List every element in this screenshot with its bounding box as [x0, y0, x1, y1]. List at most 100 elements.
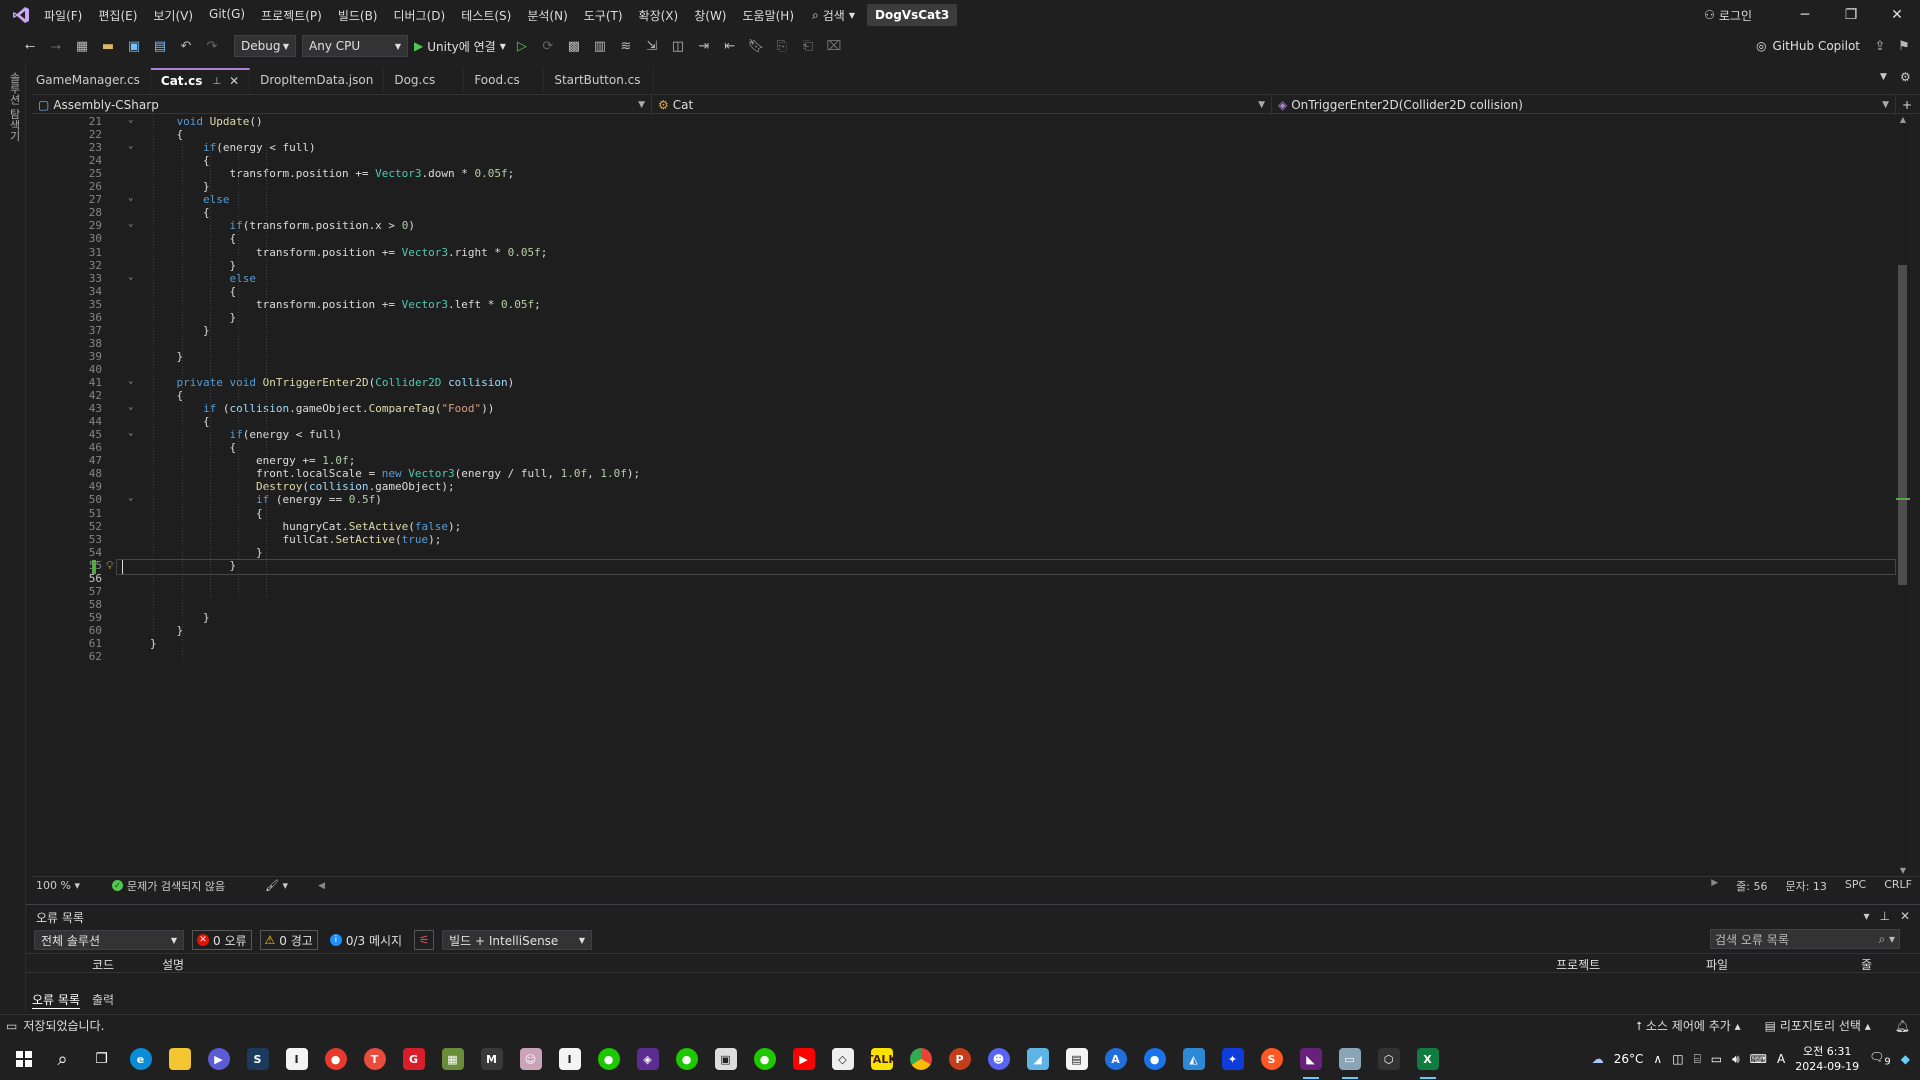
- fold-toggle-icon[interactable]: ⌄: [128, 141, 133, 151]
- app-icon-14[interactable]: ▭: [1330, 1038, 1369, 1080]
- media-player-icon[interactable]: ▶: [199, 1038, 238, 1080]
- notification-center-icon[interactable]: 🗨︎9: [1869, 1050, 1891, 1067]
- column-file[interactable]: 파일: [1706, 956, 1728, 973]
- menu-item-11[interactable]: 창(W): [686, 7, 734, 24]
- keyboard-icon[interactable]: ⌨: [1750, 1052, 1767, 1066]
- code-editor[interactable]: 21 ⌄ void Update() 22 {23 ⌄ if(energy < ful…: [32, 115, 1900, 875]
- layout-icon[interactable]: ▥: [590, 36, 610, 56]
- tab-4[interactable]: Food.cs: [464, 68, 545, 92]
- repository-button[interactable]: ▤ 리포지토리 선택 ▴: [1765, 1017, 1871, 1034]
- task-view-icon[interactable]: ❐: [82, 1038, 121, 1080]
- edge-icon[interactable]: e: [121, 1038, 160, 1080]
- platform-select[interactable]: Any CPU ▼: [302, 35, 408, 57]
- issues-indicator[interactable]: ✓ 문제가 검색되지 않음: [112, 878, 225, 894]
- volume-icon[interactable]: 🔊︎: [1732, 1052, 1740, 1067]
- kakaotalk-icon[interactable]: TALK: [862, 1038, 901, 1080]
- panel-tab-1[interactable]: 출력: [92, 991, 114, 1009]
- scroll-left-icon[interactable]: ◀: [318, 881, 325, 891]
- menu-item-9[interactable]: 도구(T): [576, 7, 631, 24]
- lightbulb-icon[interactable]: 💡︎: [106, 559, 114, 573]
- app-icon-8[interactable]: I: [550, 1038, 589, 1080]
- split-editor-icon[interactable]: +: [1896, 95, 1916, 115]
- excel-icon[interactable]: X: [1408, 1038, 1447, 1080]
- login-button[interactable]: ⚇ 로그인: [1704, 7, 1752, 24]
- close-window-button[interactable]: ✕: [1874, 7, 1920, 23]
- format-icon[interactable]: ≋: [616, 36, 636, 56]
- feedback-icon[interactable]: ⚑: [1894, 36, 1914, 56]
- panel-tab-0[interactable]: 오류 목록: [32, 991, 80, 1009]
- pin-icon[interactable]: ⊥: [1879, 909, 1889, 923]
- copilot-tray-icon[interactable]: ◆: [1901, 1052, 1910, 1066]
- window-icon[interactable]: ◫: [668, 36, 688, 56]
- line-ending-indicator[interactable]: CRLF: [1884, 878, 1912, 894]
- visual-studio-taskbar-icon[interactable]: ◣: [1291, 1038, 1330, 1080]
- solution-explorer-icon[interactable]: ▩: [564, 36, 584, 56]
- warnings-filter-button[interactable]: ⚠ 0 경고: [259, 930, 318, 950]
- class-dropdown[interactable]: ⚙ Cat ▼: [652, 95, 1272, 115]
- pin-tab-icon[interactable]: ⊥: [212, 76, 221, 87]
- maps-icon[interactable]: ●: [1135, 1038, 1174, 1080]
- undo-icon[interactable]: ↶: [176, 36, 196, 56]
- notifications-bell-icon[interactable]: 🔔︎: [1895, 1019, 1910, 1033]
- clock[interactable]: 오전 6:31 2024-09-19: [1795, 1044, 1859, 1074]
- scope-select[interactable]: 전체 솔루션 ▼: [34, 930, 184, 950]
- line-indicator[interactable]: 줄: 56: [1736, 878, 1767, 894]
- messages-filter-button[interactable]: i 0/3 메시지: [326, 930, 406, 950]
- fold-toggle-icon[interactable]: ⌄: [128, 115, 133, 125]
- scrollbar-thumb[interactable]: [1898, 265, 1907, 585]
- prev-bookmark-icon[interactable]: ⎘: [772, 36, 792, 56]
- fold-toggle-icon[interactable]: ⌄: [128, 193, 133, 203]
- zoom-select[interactable]: 100 % ▾: [32, 879, 92, 892]
- menu-item-2[interactable]: 보기(V): [145, 7, 201, 24]
- tab-0[interactable]: GameManager.cs: [26, 68, 151, 92]
- chrome-icon[interactable]: [901, 1038, 940, 1080]
- weather-icon[interactable]: ☁: [1592, 1052, 1604, 1066]
- menu-item-7[interactable]: 테스트(S): [453, 7, 519, 24]
- back-icon[interactable]: ⭠: [20, 36, 40, 56]
- start-without-debug-icon[interactable]: ▷: [512, 36, 532, 56]
- app-icon-12[interactable]: ✦: [1213, 1038, 1252, 1080]
- tray-overflow-icon[interactable]: ∧: [1653, 1052, 1662, 1066]
- app-icon-13[interactable]: S: [1252, 1038, 1291, 1080]
- notepad-icon[interactable]: ▤: [1057, 1038, 1096, 1080]
- menu-item-10[interactable]: 확장(X): [631, 7, 687, 24]
- app-icon-3[interactable]: T: [355, 1038, 394, 1080]
- redo-icon[interactable]: ↷: [202, 36, 222, 56]
- column-project[interactable]: 프로젝트: [1556, 956, 1600, 973]
- taskbar-search-icon[interactable]: ⌕: [43, 1038, 82, 1080]
- column-code[interactable]: 코드: [92, 956, 114, 973]
- app-icon-2[interactable]: ●: [316, 1038, 355, 1080]
- column-indicator[interactable]: 문자: 13: [1785, 878, 1826, 894]
- build-filter-select[interactable]: 빌드 + IntelliSense ▼: [442, 930, 593, 950]
- fold-toggle-icon[interactable]: ⌄: [128, 219, 133, 229]
- fold-toggle-icon[interactable]: ⌄: [128, 376, 133, 386]
- menu-item-6[interactable]: 디버그(D): [386, 7, 454, 24]
- weather-temp[interactable]: 26°C: [1614, 1052, 1644, 1066]
- menu-item-0[interactable]: 파일(F): [36, 7, 90, 24]
- tab-list-dropdown-icon[interactable]: ▼: [1880, 72, 1887, 82]
- menu-item-5[interactable]: 빌드(B): [330, 7, 386, 24]
- clear-bookmarks-icon[interactable]: ⌧: [824, 36, 844, 56]
- indent-icon[interactable]: ⇥: [694, 36, 714, 56]
- fold-toggle-icon[interactable]: ⌄: [128, 493, 133, 503]
- whitespace-indicator[interactable]: SPC: [1845, 878, 1866, 894]
- menu-item-3[interactable]: Git(G): [201, 7, 253, 24]
- vs-app-icon[interactable]: ◈: [628, 1038, 667, 1080]
- discord-icon[interactable]: ☻: [979, 1038, 1018, 1080]
- menu-item-4[interactable]: 프로젝트(P): [253, 7, 330, 24]
- powerpoint-icon[interactable]: P: [940, 1038, 979, 1080]
- unity-icon[interactable]: ◇: [823, 1038, 862, 1080]
- hot-reload-icon[interactable]: ⟳: [538, 36, 558, 56]
- tray-app-icon[interactable]: ◫: [1672, 1052, 1683, 1066]
- app-icon-4[interactable]: G: [394, 1038, 433, 1080]
- save-all-icon[interactable]: ▤: [150, 36, 170, 56]
- chat-app-icon-3[interactable]: ●: [745, 1038, 784, 1080]
- chat-app-icon-1[interactable]: ●: [589, 1038, 628, 1080]
- restore-button[interactable]: ❐: [1828, 7, 1874, 23]
- settings-gear-icon[interactable]: ⚙: [1900, 70, 1911, 84]
- start-button[interactable]: [4, 1038, 43, 1080]
- github-copilot-button[interactable]: ◎ GitHub Copilot: [1756, 39, 1860, 53]
- display-icon[interactable]: ▭: [1711, 1052, 1722, 1066]
- search-button[interactable]: ⌕ 검색 ▼: [812, 7, 855, 24]
- error-search-input[interactable]: 검색 오류 목록 ⌕ ▾: [1710, 929, 1900, 949]
